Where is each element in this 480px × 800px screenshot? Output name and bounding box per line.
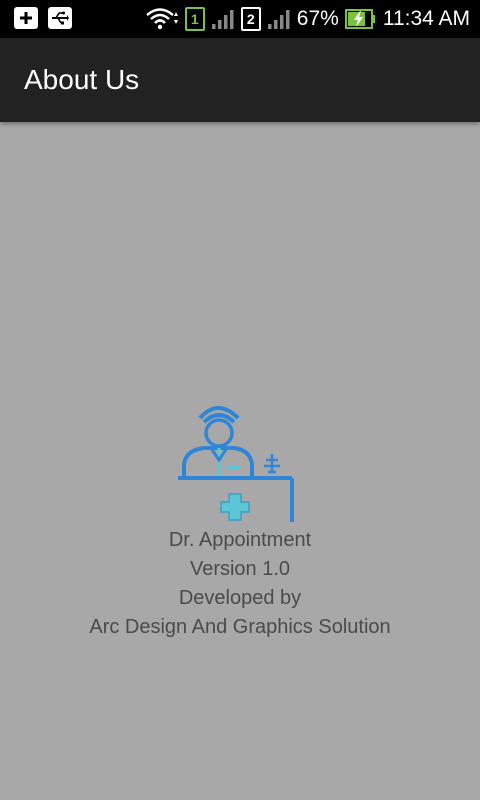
- clock: 11:34 AM: [382, 7, 470, 30]
- developed-by-label: Developed by: [178, 587, 302, 609]
- sim2-icon: 2: [240, 7, 261, 31]
- about-screen: 1 2 67% 11:34 AM About Us Dr. Appointmen…: [0, 0, 480, 800]
- developer-name: Arc Design And Graphics Solution: [89, 616, 391, 638]
- sim1-icon: 1: [184, 7, 205, 31]
- app-version: Version 1.0: [189, 558, 291, 580]
- page-title: About Us: [24, 64, 140, 95]
- signal-icon: [211, 10, 234, 29]
- usb-icon: [48, 7, 72, 29]
- add-notification-icon: [14, 7, 38, 29]
- battery-charging-icon: [344, 9, 375, 29]
- about-info: Dr. Appointment Version 1.0 Developed by…: [0, 526, 480, 642]
- doctor-logo-icon: [178, 406, 294, 522]
- battery-percent: 67%: [296, 7, 339, 30]
- signal-icon: [267, 10, 290, 29]
- wifi-icon: [145, 8, 178, 30]
- app-name: Dr. Appointment: [168, 529, 312, 551]
- status-bar: 1 2 67% 11:34 AM: [0, 0, 480, 38]
- app-bar: About Us: [0, 38, 480, 122]
